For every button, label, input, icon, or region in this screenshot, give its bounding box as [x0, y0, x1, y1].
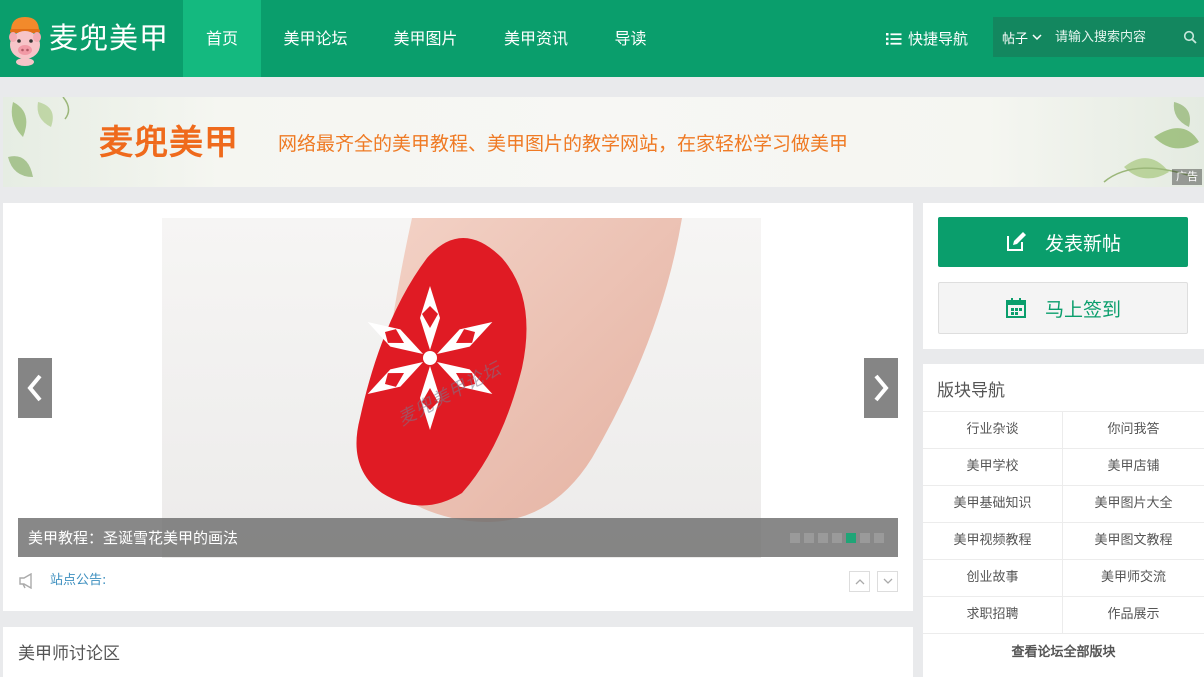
nav-item-pictures[interactable]: 美甲图片	[370, 0, 481, 77]
slide-prev-button[interactable]	[18, 358, 52, 418]
quick-nav-button[interactable]: 快捷导航	[886, 0, 968, 77]
ad-label: 广告	[1172, 169, 1202, 185]
board-link[interactable]: 行业杂谈	[923, 412, 1063, 449]
notice-down-button[interactable]	[877, 571, 898, 592]
board-nav-title: 版块导航	[937, 381, 1005, 401]
slide-dot[interactable]	[804, 533, 814, 543]
chevron-up-icon	[855, 579, 864, 585]
sign-in-label: 马上签到	[1044, 298, 1121, 321]
nav-item-forum[interactable]: 美甲论坛	[261, 0, 370, 77]
board-link[interactable]: 作品展示	[1063, 597, 1204, 634]
chevron-down-icon	[883, 578, 892, 584]
site-logo[interactable]: 麦兜美甲	[0, 0, 183, 77]
banner-slogan: 网络最齐全的美甲教程、美甲图片的教学网站，在家轻松学习做美甲	[278, 133, 849, 155]
search-type-label: 帖子	[1001, 31, 1028, 47]
main-nav: 首页 美甲论坛 美甲图片 美甲资讯 导读	[183, 0, 670, 77]
chevron-right-icon	[874, 374, 889, 402]
slider-card: 麦兜美甲论坛 美甲教程：圣诞雪花美甲的画法 站点公告:	[3, 203, 913, 611]
banner-ad[interactable]: 麦兜美甲 网络最齐全的美甲教程、美甲图片的教学网站，在家轻松学习做美甲 广告	[3, 97, 1204, 187]
board-link[interactable]: 美甲店铺	[1063, 449, 1204, 486]
calendar-icon	[1005, 298, 1026, 318]
view-all-boards-link[interactable]: 查看论坛全部版块	[923, 635, 1204, 671]
nav-item-news[interactable]: 美甲资讯	[481, 0, 591, 77]
search-input[interactable]	[1055, 17, 1175, 57]
sign-in-button[interactable]: 马上签到	[938, 282, 1188, 334]
leaf-decoration-left	[8, 97, 70, 177]
slide-caption-bar: 美甲教程：圣诞雪花美甲的画法	[18, 518, 898, 557]
section-title[interactable]: 美甲师讨论区	[18, 639, 120, 669]
top-navbar: 麦兜美甲 首页 美甲论坛 美甲图片 美甲资讯 导读 快捷导航 帖子	[0, 0, 1204, 77]
board-nav-card: 版块导航 行业杂谈 你问我答 美甲学校 美甲店铺 美甲基础知识 美甲图片大全 美…	[923, 364, 1204, 677]
slide-dot[interactable]	[790, 533, 800, 543]
board-link[interactable]: 美甲师交流	[1063, 560, 1204, 597]
board-link[interactable]: 创业故事	[923, 560, 1063, 597]
nav-item-home[interactable]: 首页	[183, 0, 261, 77]
slide-dot[interactable]	[874, 533, 884, 543]
new-post-label: 发表新帖	[1044, 232, 1121, 255]
search-type-select[interactable]: 帖子	[993, 17, 1051, 57]
nav-item-guide[interactable]: 导读	[591, 0, 670, 77]
new-post-button[interactable]: 发表新帖	[938, 217, 1188, 267]
board-link[interactable]: 美甲学校	[923, 449, 1063, 486]
slide-image[interactable]: 麦兜美甲论坛	[162, 218, 761, 558]
megaphone-icon	[19, 573, 32, 589]
list-icon	[886, 32, 902, 45]
notice-up-button[interactable]	[849, 571, 870, 592]
action-card: 发表新帖 马上签到	[923, 203, 1204, 349]
board-link[interactable]: 你问我答	[1063, 412, 1204, 449]
logo-text: 麦兜美甲	[49, 21, 170, 55]
slide-dot-active[interactable]	[846, 533, 856, 543]
board-link[interactable]: 美甲图片大全	[1063, 486, 1204, 523]
slide-dot[interactable]	[818, 533, 828, 543]
search-icon	[1183, 30, 1197, 44]
discussion-section: 美甲师讨论区	[3, 627, 913, 677]
chevron-down-icon	[1032, 33, 1042, 40]
board-grid: 行业杂谈 你问我答 美甲学校 美甲店铺 美甲基础知识 美甲图片大全 美甲视频教程…	[923, 411, 1204, 634]
slide-next-button[interactable]	[864, 358, 898, 418]
slide-dots	[790, 533, 884, 543]
banner-brand: 麦兜美甲	[99, 123, 239, 163]
edit-icon	[1006, 232, 1026, 251]
board-link[interactable]: 美甲基础知识	[923, 486, 1063, 523]
board-link[interactable]: 美甲视频教程	[923, 523, 1063, 560]
notice-label: 站点公告:	[50, 573, 107, 588]
board-link[interactable]: 求职招聘	[923, 597, 1063, 634]
pig-mascot-icon	[9, 17, 41, 66]
board-link[interactable]: 美甲图文教程	[1063, 523, 1204, 560]
chevron-left-icon	[27, 374, 42, 402]
search-button[interactable]	[1176, 17, 1204, 57]
site-notice: 站点公告:	[18, 569, 898, 593]
search-box: 帖子	[993, 17, 1204, 57]
slide-dot[interactable]	[860, 533, 870, 543]
slide-caption[interactable]: 美甲教程：圣诞雪花美甲的画法	[28, 518, 238, 558]
quick-nav-label: 快捷导航	[908, 29, 969, 48]
slide-dot[interactable]	[832, 533, 842, 543]
